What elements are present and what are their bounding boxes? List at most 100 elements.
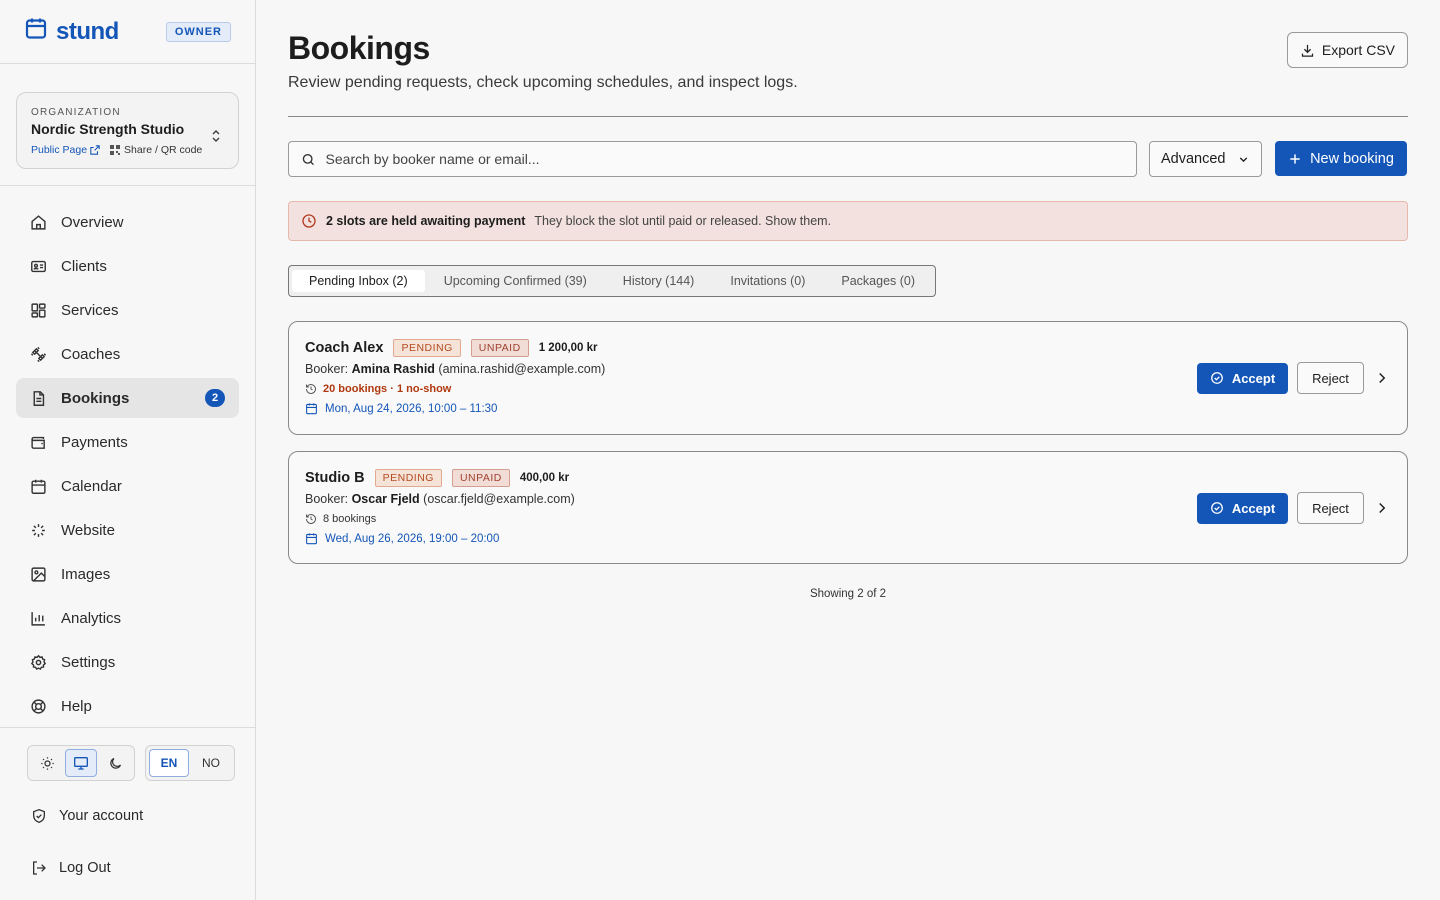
- booker-prefix: Booker:: [305, 492, 349, 506]
- shield-check-icon: [33, 808, 45, 824]
- booking-price: 1 200,00 kr: [538, 342, 598, 354]
- history-icon: [306, 384, 316, 394]
- id-card-icon: [31, 260, 46, 272]
- nav-item-help[interactable]: Help: [16, 686, 239, 726]
- nav-item-overview[interactable]: Overview: [16, 202, 239, 242]
- pagination-summary: Showing 2 of 2: [809, 588, 887, 600]
- nav-label: Bookings: [61, 389, 130, 407]
- bar-chart-icon: [31, 611, 45, 626]
- calendar-icon: [306, 533, 317, 545]
- tab-invitations[interactable]: Invitations (0): [713, 270, 822, 292]
- download-icon: [1301, 44, 1313, 57]
- booker-email: (oscar.fjeld@example.com): [423, 492, 575, 506]
- advanced-filter-dropdown[interactable]: Advanced: [1149, 141, 1262, 177]
- nav-label: Website: [61, 521, 115, 539]
- nav-item-images[interactable]: Images: [16, 554, 239, 594]
- theme-dark-button[interactable]: [99, 749, 131, 777]
- share-qr-label: Share / QR code: [124, 144, 203, 156]
- chevron-up-down-icon: [210, 129, 222, 148]
- booking-card[interactable]: Coach Alex PENDING UNPAID 1 200,00 kr Bo…: [288, 321, 1408, 435]
- datetime-text: Mon, Aug 24, 2026, 10:00 – 11:30: [325, 402, 498, 415]
- nav-item-coaches[interactable]: Coaches: [16, 334, 239, 374]
- nav-label: Coaches: [61, 345, 121, 363]
- check-circle-icon: [1210, 372, 1223, 384]
- search-field[interactable]: [288, 141, 1137, 177]
- nav-label: Overview: [61, 213, 124, 231]
- accept-button[interactable]: Accept: [1197, 362, 1288, 394]
- main-navigation: Overview Clients Services Coaches Bookin…: [0, 186, 255, 726]
- accept-label: Accept: [1231, 500, 1276, 516]
- bookings-count-badge: 2: [205, 389, 225, 407]
- export-csv-label: Export CSV: [1321, 42, 1395, 58]
- payment-badge: UNPAID: [451, 469, 510, 487]
- accept-button[interactable]: Accept: [1197, 492, 1288, 524]
- nav-item-bookings[interactable]: Bookings 2: [16, 378, 239, 418]
- brand-logo[interactable]: stund: [24, 16, 119, 47]
- logout-label: Log Out: [59, 860, 111, 876]
- nav-item-payments[interactable]: Payments: [16, 422, 239, 462]
- grid-icon: [31, 302, 46, 318]
- nav-item-clients[interactable]: Clients: [16, 246, 239, 286]
- your-account-link[interactable]: Your account: [27, 805, 228, 827]
- external-link-icon: [90, 145, 100, 155]
- share-qr-link[interactable]: Share / QR code: [110, 144, 202, 156]
- search-input[interactable]: [325, 151, 1124, 167]
- reject-button[interactable]: Reject: [1297, 362, 1364, 394]
- coach-name: Coach Alex: [305, 340, 384, 356]
- nav-label: Images: [61, 565, 111, 583]
- export-csv-button[interactable]: Export CSV: [1286, 32, 1408, 68]
- booker-email: (amina.rashid@example.com): [438, 362, 606, 376]
- plus-icon: [1290, 153, 1300, 164]
- document-icon: [33, 390, 45, 406]
- theme-system-button[interactable]: [65, 749, 97, 777]
- status-badge: PENDING: [374, 469, 442, 487]
- organization-name: Nordic Strength Studio: [31, 121, 185, 137]
- brand-name: stund: [56, 17, 119, 45]
- advanced-label: Advanced: [1161, 151, 1226, 167]
- payment-hold-alert[interactable]: 2 slots are held awaiting payment They b…: [288, 201, 1408, 241]
- booking-datetime: Wed, Aug 26, 2026, 19:00 – 20:00: [305, 532, 499, 545]
- monitor-icon: [74, 757, 88, 770]
- wallet-icon: [31, 436, 45, 449]
- language-no-button[interactable]: NO: [191, 749, 231, 777]
- booker-info: Booker: Amina Rashid (amina.rashid@examp…: [305, 362, 605, 376]
- nav-item-calendar[interactable]: Calendar: [16, 466, 239, 506]
- language-switcher: EN NO: [145, 745, 235, 781]
- booker-name: Oscar Fjeld: [351, 492, 420, 506]
- nav-item-services[interactable]: Services: [16, 290, 239, 330]
- theme-light-button[interactable]: [31, 749, 63, 777]
- public-page-link[interactable]: Public Page: [31, 144, 100, 156]
- payment-badge: UNPAID: [470, 339, 529, 357]
- your-account-label: Your account: [59, 808, 144, 824]
- tab-history[interactable]: History (144): [606, 270, 712, 292]
- reject-button[interactable]: Reject: [1297, 492, 1364, 524]
- coach-name: Studio B: [305, 470, 365, 486]
- chevron-right-icon[interactable]: [1373, 499, 1391, 517]
- accept-label: Accept: [1231, 370, 1276, 386]
- new-booking-button[interactable]: New booking: [1275, 141, 1407, 176]
- lifebuoy-icon: [31, 698, 46, 714]
- logout-button[interactable]: Log Out: [27, 857, 228, 879]
- nav-item-website[interactable]: Website: [16, 510, 239, 550]
- organization-switcher[interactable]: ORGANIZATION Nordic Strength Studio Publ…: [16, 92, 239, 169]
- nav-label: Analytics: [61, 609, 122, 627]
- language-en-button[interactable]: EN: [149, 749, 189, 777]
- moon-icon: [109, 757, 121, 769]
- nav-item-analytics[interactable]: Analytics: [16, 598, 239, 638]
- new-booking-label: New booking: [1310, 150, 1394, 167]
- organization-label: ORGANIZATION: [31, 107, 121, 118]
- booker-prefix: Booker:: [305, 362, 349, 376]
- nav-label: Settings: [61, 653, 116, 671]
- tab-pending-inbox[interactable]: Pending Inbox (2): [292, 270, 425, 292]
- history-text: 8 bookings: [323, 513, 377, 525]
- sidebar-footer: EN NO Your account Log Out: [0, 727, 255, 879]
- nav-label: Calendar: [61, 477, 122, 495]
- tab-packages[interactable]: Packages (0): [824, 270, 932, 292]
- booking-card[interactable]: Studio B PENDING UNPAID 400,00 kr Booker…: [288, 451, 1408, 564]
- chevron-down-icon: [1239, 156, 1248, 162]
- chevron-right-icon[interactable]: [1373, 369, 1391, 387]
- header-divider: [288, 116, 1408, 117]
- brand-bar: stund OWNER: [0, 0, 255, 64]
- nav-item-settings[interactable]: Settings: [16, 642, 239, 682]
- tab-upcoming-confirmed[interactable]: Upcoming Confirmed (39): [427, 270, 604, 292]
